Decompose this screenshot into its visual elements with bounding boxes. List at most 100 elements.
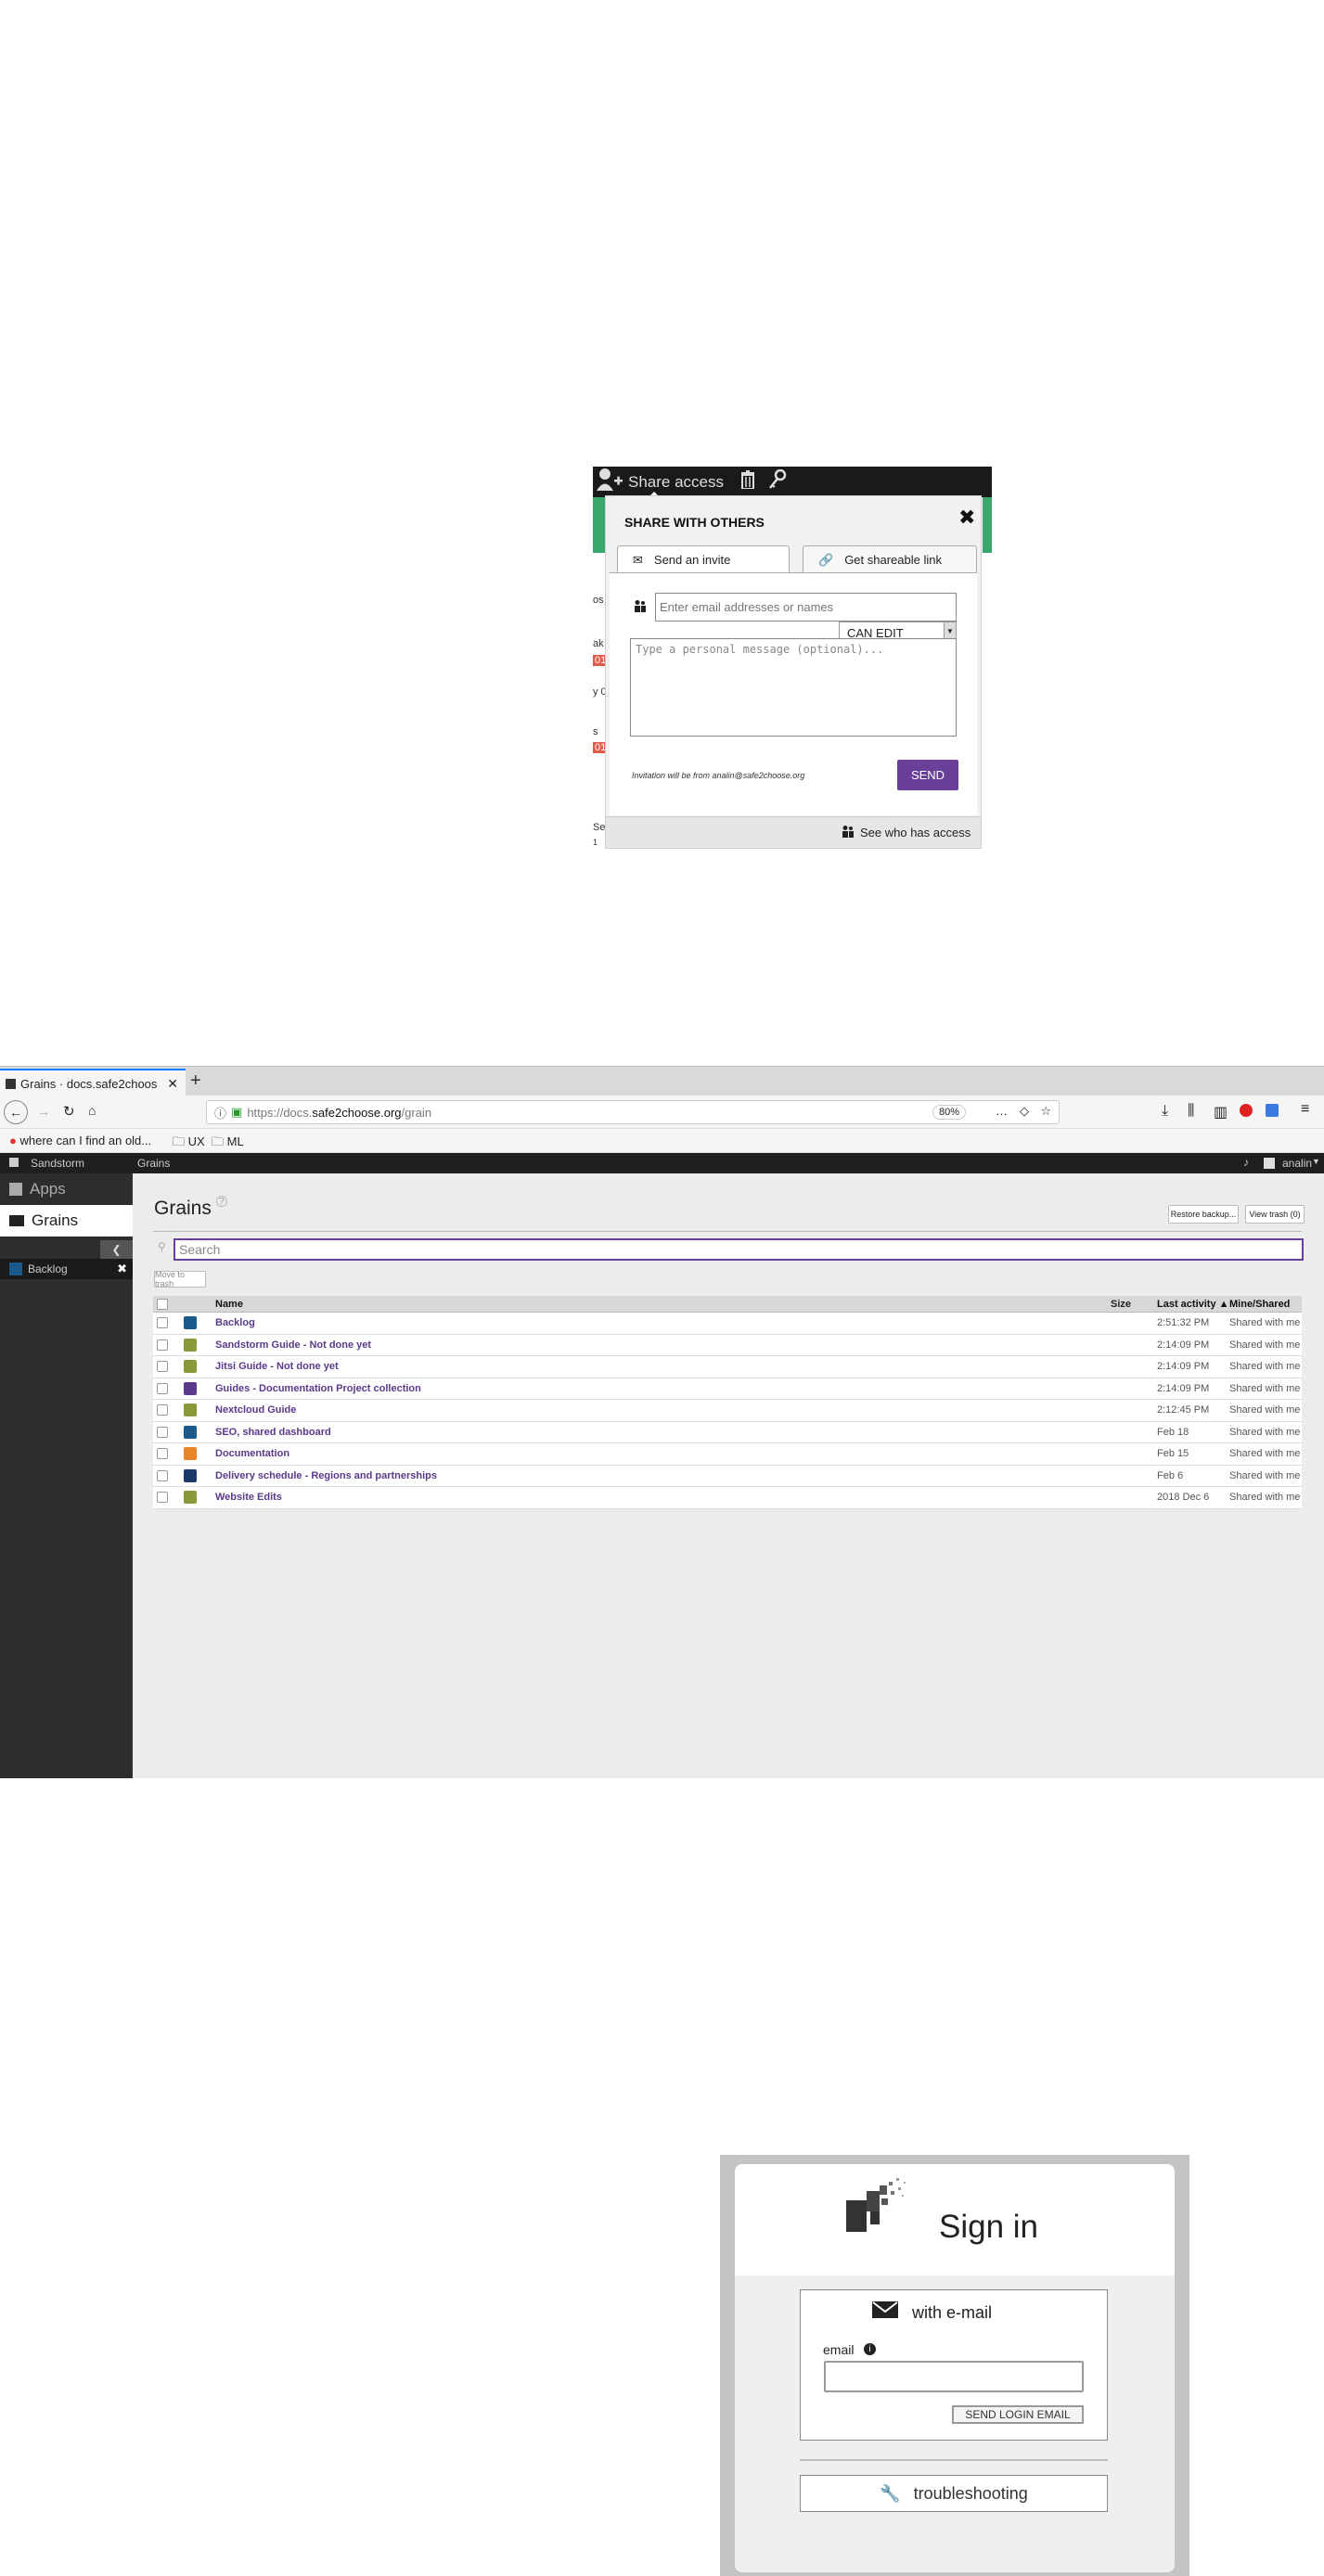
column-mine-shared[interactable]: Mine/Shared [1229, 1299, 1290, 1310]
grain-name[interactable]: SEO, shared dashboard [215, 1427, 331, 1438]
row-checkbox[interactable] [157, 1492, 168, 1504]
forward-icon[interactable]: → [37, 1104, 50, 1119]
row-checkbox[interactable] [157, 1361, 168, 1373]
background-text: ak [593, 638, 604, 649]
link-icon: 🔗 [818, 552, 834, 567]
column-last-activity[interactable]: Last activity ▲ [1157, 1299, 1229, 1310]
home-icon[interactable]: ⌂ [88, 1103, 96, 1118]
zoom-level[interactable]: 80% [932, 1105, 966, 1120]
info-icon[interactable]: i [864, 2343, 876, 2355]
grain-mine-shared: Shared with me [1229, 1382, 1301, 1394]
table-row[interactable]: Jitsi Guide - Not done yet 2:14:09 PM Shar… [153, 1356, 1302, 1378]
key-icon[interactable] [768, 468, 787, 494]
sidebar-item-apps[interactable]: Apps [0, 1173, 133, 1205]
view-trash-button[interactable]: View trash (0) [1245, 1205, 1305, 1224]
email-field[interactable] [824, 2361, 1084, 2392]
row-checkbox[interactable] [157, 1469, 168, 1481]
sandstorm-logo-icon[interactable] [9, 1158, 19, 1167]
dialog-footer: See who has access [606, 816, 981, 848]
table-row[interactable]: Website Edits 2018 Dec 6 Shared with me [153, 1487, 1302, 1509]
new-tab-button[interactable]: + [190, 1070, 201, 1092]
sign-in-card: Sign in with e-mail email i SEND LOGIN E… [735, 2164, 1175, 2572]
row-checkbox[interactable] [157, 1382, 168, 1394]
search-input[interactable]: Search [174, 1238, 1304, 1261]
email-input[interactable]: Enter email addresses or names [655, 593, 957, 622]
close-icon[interactable]: ✖ [958, 506, 975, 530]
bookmark-folder[interactable]: 🗀 ML [212, 1134, 244, 1154]
row-checkbox[interactable] [157, 1448, 168, 1460]
grain-name[interactable]: Nextcloud Guide [215, 1404, 296, 1416]
translate-icon[interactable] [1266, 1104, 1279, 1117]
grain-app-icon [184, 1338, 197, 1352]
table-row[interactable]: Delivery schedule - Regions and partners… [153, 1465, 1302, 1487]
help-icon[interactable]: ? [216, 1196, 227, 1207]
browser-tab[interactable]: Grains · docs.safe2choos ✕ [0, 1069, 186, 1096]
tab-shareable-link-label: Get shareable link [844, 553, 942, 567]
url-bar[interactable]: ⓘ ▣ https://docs. safe2choose.org /grain… [206, 1100, 1060, 1124]
grain-name[interactable]: Jitsi Guide - Not done yet [215, 1361, 339, 1372]
back-icon[interactable]: ← [4, 1100, 28, 1124]
trash-icon[interactable] [740, 470, 755, 493]
open-grain-item[interactable]: Backlog ✖ [0, 1259, 133, 1279]
grain-name[interactable]: Delivery schedule - Regions and partners… [215, 1470, 437, 1481]
grain-app-icon [184, 1403, 197, 1417]
sidebar-icon[interactable]: ▥ [1214, 1103, 1228, 1121]
adblock-icon[interactable] [1240, 1104, 1253, 1117]
table-row[interactable]: Documentation Feb 15 Shared with me [153, 1443, 1302, 1466]
row-checkbox[interactable] [157, 1404, 168, 1416]
column-name[interactable]: Name [215, 1299, 243, 1310]
table-row[interactable]: Guides - Documentation Project collectio… [153, 1378, 1302, 1400]
tab-shareable-link[interactable]: 🔗 Get shareable link [803, 545, 977, 573]
restore-backup-button[interactable]: Restore backup... [1168, 1205, 1239, 1224]
reload-icon[interactable]: ↻ [63, 1103, 75, 1120]
pocket-icon[interactable]: ◇ [1020, 1104, 1029, 1119]
close-icon[interactable]: ✕ [167, 1076, 178, 1092]
search-icon: ⚲ [158, 1240, 166, 1253]
row-checkbox[interactable] [157, 1426, 168, 1438]
troubleshooting-button[interactable]: 🔧 troubleshooting [800, 2475, 1108, 2512]
send-login-email-button[interactable]: SEND LOGIN EMAIL [952, 2405, 1084, 2424]
bookmark-item[interactable]: ● where can I find an old... [9, 1134, 151, 1147]
table-row[interactable]: Sandstorm Guide - Not done yet 2:14:09 PM… [153, 1334, 1302, 1356]
grain-name[interactable]: Guides - Documentation Project collectio… [215, 1383, 421, 1394]
url-domain: safe2choose.org [312, 1105, 402, 1120]
move-to-trash-button[interactable]: Move to trash [154, 1270, 206, 1288]
background-text: 1 [593, 838, 598, 847]
download-icon[interactable]: ⤓ [1162, 1103, 1168, 1120]
avatar[interactable] [1264, 1158, 1275, 1169]
tab-send-invite[interactable]: ✉ Send an invite [617, 545, 790, 573]
table-row[interactable]: Backlog 2:51:32 PM Shared with me [153, 1313, 1302, 1335]
grain-name[interactable]: Website Edits [215, 1492, 282, 1503]
grain-name[interactable]: Documentation [215, 1448, 289, 1459]
star-icon[interactable]: ☆ [1040, 1104, 1051, 1119]
library-icon[interactable]: ⫼ [1188, 1103, 1194, 1120]
invite-form: Enter email addresses or names CAN EDIT … [610, 572, 977, 815]
wrench-icon: 🔧 [880, 2483, 901, 2503]
grain-mine-shared: Shared with me [1229, 1492, 1301, 1504]
chevron-down-icon[interactable]: ▼ [1312, 1157, 1320, 1166]
table-row[interactable]: Nextcloud Guide 2:12:45 PM Shared with me [153, 1400, 1302, 1422]
more-icon[interactable]: … [996, 1104, 1008, 1118]
collapse-sidebar-button[interactable]: ❮ [100, 1240, 133, 1259]
account-menu[interactable]: analin [1282, 1157, 1312, 1170]
send-button[interactable]: SEND [897, 760, 958, 790]
add-user-icon[interactable] [597, 468, 624, 496]
sandstorm-brand[interactable]: Sandstorm [31, 1157, 84, 1170]
lock-icon: ▣ [231, 1105, 243, 1119]
row-checkbox[interactable] [157, 1317, 168, 1329]
share-access-label[interactable]: Share access [628, 473, 724, 492]
grain-app-icon [184, 1447, 197, 1461]
grain-name[interactable]: Sandstorm Guide - Not done yet [215, 1339, 371, 1351]
bookmark-folder[interactable]: 🗀 UX [173, 1134, 205, 1154]
menu-icon[interactable]: ≡ [1301, 1101, 1309, 1118]
see-who-has-access-link[interactable]: See who has access [842, 825, 971, 840]
sidebar-item-grains[interactable]: Grains [0, 1205, 133, 1237]
personal-message-textarea[interactable]: Type a personal message (optional)... [630, 638, 957, 737]
row-checkbox[interactable] [157, 1339, 168, 1351]
table-row[interactable]: SEO, shared dashboard Feb 18 Shared with m… [153, 1421, 1302, 1443]
select-all-checkbox[interactable] [157, 1298, 168, 1310]
close-icon[interactable]: ✖ [117, 1262, 127, 1276]
bell-icon[interactable]: ♪ [1243, 1156, 1249, 1169]
grain-name[interactable]: Backlog [215, 1317, 255, 1328]
column-size[interactable]: Size [1111, 1299, 1131, 1310]
